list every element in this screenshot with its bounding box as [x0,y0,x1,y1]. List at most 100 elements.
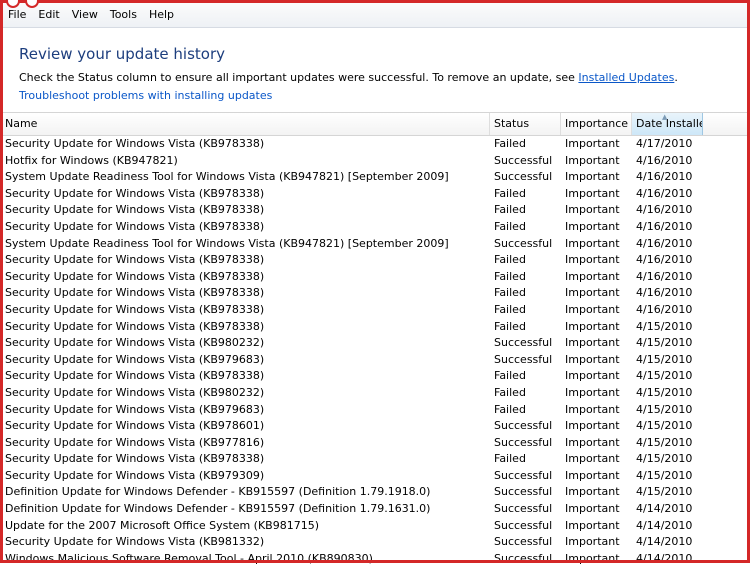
cell-importance: Important [565,336,620,350]
cell-date: 4/14/2010 [636,518,693,532]
table-row[interactable]: Security Update for Windows Vista (KB978… [3,319,747,336]
cell-name: Security Update for Windows Vista (KB978… [5,219,265,233]
cell-status: Failed [494,186,526,200]
cell-date: 4/15/2010 [636,352,693,366]
cell-date: 4/16/2010 [636,153,693,167]
cell-status: Failed [494,219,526,233]
table-row[interactable]: Security Update for Windows Vista (KB978… [3,368,747,385]
table-row[interactable]: Security Update for Windows Vista (KB980… [3,335,747,352]
cell-status: Failed [494,253,526,267]
cell-name: Security Update for Windows Vista (KB980… [5,385,265,399]
table-row[interactable]: Security Update for Windows Vista (KB978… [3,285,747,302]
cell-name: Security Update for Windows Vista (KB978… [5,186,265,200]
cell-name: Update for the 2007 Microsoft Office Sys… [5,518,320,532]
table-row[interactable]: Security Update for Windows Vista (KB979… [3,402,747,419]
table-row[interactable]: Security Update for Windows Vista (KB978… [3,451,747,468]
cell-status: Failed [494,137,526,150]
cell-status: Successful [494,352,553,366]
table-row[interactable]: Update for the 2007 Microsoft Office Sys… [3,518,747,535]
table-row[interactable]: Windows Malicious Software Removal Tool … [3,551,747,567]
cell-importance: Important [565,286,620,300]
installed-updates-link[interactable]: Installed Updates [578,71,674,84]
table-row[interactable]: Security Update for Windows Vista (KB977… [3,435,747,452]
cell-name: Definition Update for Windows Defender -… [5,485,431,499]
cell-date: 4/15/2010 [636,468,693,482]
table-row[interactable]: Security Update for Windows Vista (KB978… [3,186,747,203]
column-header-status[interactable]: Status [490,113,561,135]
column-header-importance[interactable]: Importance [561,113,632,135]
cell-importance: Important [565,551,620,565]
sort-ascending-icon: ▲ [662,113,668,121]
cell-name: Security Update for Windows Vista (KB978… [5,452,265,466]
cell-status: Failed [494,269,526,283]
cell-date: 4/15/2010 [636,419,693,433]
window-control-buttons [6,0,44,11]
cell-importance: Important [565,319,620,333]
cell-status: Successful [494,336,553,350]
table-row[interactable]: Security Update for Windows Vista (KB978… [3,302,747,319]
page-header: Review your update history Check the Sta… [19,40,739,103]
cell-importance: Important [565,502,620,516]
table-row[interactable]: Security Update for Windows Vista (KB978… [3,252,747,269]
table-row[interactable]: Security Update for Windows Vista (KB978… [3,219,747,236]
cell-status: Failed [494,203,526,217]
cell-date: 4/15/2010 [636,402,693,416]
cell-importance: Important [565,535,620,549]
cell-date: 4/15/2010 [636,385,693,399]
cell-status: Failed [494,402,526,416]
cell-name: Definition Update for Windows Defender -… [5,502,431,516]
cell-date: 4/15/2010 [636,435,693,449]
table-row[interactable]: Security Update for Windows Vista (KB978… [3,269,747,286]
table-row[interactable]: Security Update for Windows Vista (KB980… [3,385,747,402]
cell-importance: Important [565,485,620,499]
cell-date: 4/14/2010 [636,551,693,565]
cell-name: Security Update for Windows Vista (KB978… [5,253,265,267]
cell-name: Security Update for Windows Vista (KB978… [5,302,265,316]
table-row[interactable]: Security Update for Windows Vista (KB981… [3,534,747,551]
cell-importance: Important [565,369,620,383]
table-row[interactable]: Security Update for Windows Vista (KB978… [3,418,747,435]
table-row[interactable]: Definition Update for Windows Defender -… [3,484,747,501]
cell-importance: Important [565,402,620,416]
column-header-name[interactable]: Name [3,113,490,135]
table-row[interactable]: Security Update for Windows Vista (KB979… [3,468,747,485]
window-control-icon[interactable] [25,0,39,8]
column-header-date-installed[interactable]: ▲Date Installed [632,113,703,135]
cell-date: 4/16/2010 [636,170,693,184]
cell-status: Successful [494,153,553,167]
menu-bar: File Edit View Tools Help [3,3,747,28]
cell-status: Failed [494,369,526,383]
cell-status: Successful [494,236,553,250]
cell-status: Successful [494,485,553,499]
cell-importance: Important [565,419,620,433]
cell-name: System Update Readiness Tool for Windows… [5,170,449,184]
menu-help[interactable]: Help [143,3,180,27]
cell-importance: Important [565,269,620,283]
cell-status: Failed [494,319,526,333]
cell-date: 4/16/2010 [636,302,693,316]
table-row[interactable]: Security Update for Windows Vista (KB979… [3,352,747,369]
cell-date: 4/15/2010 [636,485,693,499]
column-header-date-label: Date Installed [636,117,702,130]
troubleshoot-link[interactable]: Troubleshoot problems with installing up… [19,88,739,103]
cell-date: 4/15/2010 [636,369,693,383]
table-row[interactable]: Security Update for Windows Vista (KB978… [3,202,747,219]
page-title: Review your update history [19,45,225,63]
cell-importance: Important [565,468,620,482]
page-description: Check the Status column to ensure all im… [19,70,739,85]
menu-view[interactable]: View [66,3,104,27]
cell-name: Security Update for Windows Vista (KB979… [5,402,265,416]
cell-importance: Important [565,452,620,466]
table-row[interactable]: Hotfix for Windows (KB947821) Successful I… [3,153,747,170]
table-row[interactable]: System Update Readiness Tool for Windows… [3,236,747,253]
cell-name: Security Update for Windows Vista (KB978… [5,137,265,150]
table-row[interactable]: Security Update for Windows Vista (KB978… [3,136,747,153]
menu-tools[interactable]: Tools [104,3,143,27]
table-row[interactable]: System Update Readiness Tool for Windows… [3,169,747,186]
table-row[interactable]: Definition Update for Windows Defender -… [3,501,747,518]
window-control-icon[interactable] [6,0,20,8]
cell-importance: Important [565,518,620,532]
cell-importance: Important [565,186,620,200]
cell-importance: Important [565,352,620,366]
cell-date: 4/16/2010 [636,269,693,283]
